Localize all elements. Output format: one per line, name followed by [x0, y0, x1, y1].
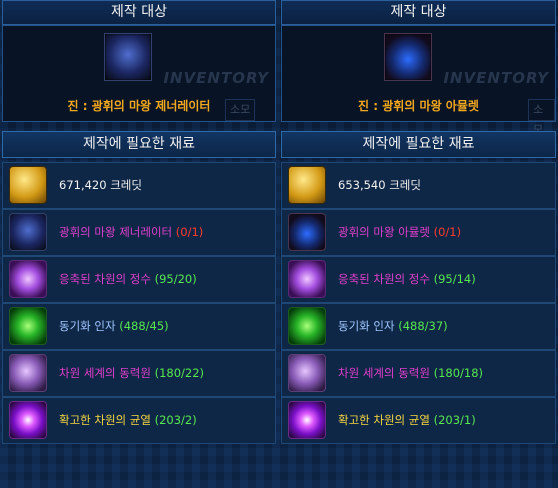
sync-factor-icon — [288, 307, 326, 345]
material-row[interactable]: 응축된 차원의 정수 (95/14) — [281, 256, 556, 303]
craft-target-name: 진 : 광휘의 마왕 아뮬렛 — [282, 97, 555, 114]
craft-target-box: INVENTORY 소모 진 : 광휘의 마왕 아뮬렛 — [281, 25, 556, 136]
craft-target-box: INVENTORY 소모 진 : 광휘의 마왕 제너레이터 — [2, 25, 276, 122]
material-row[interactable]: 확고한 차원의 균열 (203/1) — [281, 397, 556, 444]
materials-header: 제작에 필요한 재료 — [2, 131, 276, 158]
material-row[interactable]: 광휘의 마왕 제너레이터 (0/1) — [2, 209, 276, 256]
material-row[interactable]: 동기화 인자 (488/37) — [281, 303, 556, 350]
target-prefix: 진 : — [67, 99, 92, 113]
inventory-watermark: INVENTORY — [443, 69, 549, 87]
material-row[interactable]: 확고한 차원의 균열 (203/2) — [2, 397, 276, 444]
power-source-icon — [288, 354, 326, 392]
target-item-name: 광휘의 마왕 아뮬렛 — [382, 99, 479, 113]
material-count: (180/22) — [154, 366, 205, 380]
material-count: (488/45) — [119, 319, 169, 333]
material-row[interactable]: 차원 세계의 동력원 (180/18) — [281, 350, 556, 397]
material-name: 광휘의 마왕 제너레이터 — [59, 225, 173, 239]
material-row[interactable]: 671,420 크레딧 — [2, 162, 276, 209]
material-row[interactable]: 응축된 차원의 정수 (95/20) — [2, 256, 276, 303]
material-name: 광휘의 마왕 아뮬렛 — [338, 225, 430, 239]
material-count: (95/14) — [433, 272, 476, 286]
left-craft-panel: 제작 대상 INVENTORY 소모 진 : 광휘의 마왕 제너레이터 제작에 … — [2, 0, 276, 488]
material-count: (95/20) — [154, 272, 197, 286]
material-count: (203/2) — [154, 413, 197, 427]
material-row[interactable]: 653,540 크레딧 — [281, 162, 556, 209]
helmet-icon — [9, 213, 47, 251]
material-name: 671,420 크레딧 — [59, 178, 142, 192]
material-count: (203/1) — [433, 413, 476, 427]
material-name: 동기화 인자 — [59, 319, 116, 333]
material-name: 응축된 차원의 정수 — [59, 272, 151, 286]
craft-target-header: 제작 대상 — [281, 0, 556, 25]
material-row[interactable]: 동기화 인자 (488/45) — [2, 303, 276, 350]
material-name: 응축된 차원의 정수 — [338, 272, 430, 286]
essence-crystal-icon — [288, 260, 326, 298]
helmet-icon[interactable] — [104, 33, 152, 81]
material-name: 확고한 차원의 균열 — [59, 413, 151, 427]
right-craft-panel: 제작 대상 INVENTORY 소모 진 : 광휘의 마왕 아뮬렛 제작에 필요… — [281, 0, 556, 488]
amulet-icon[interactable] — [384, 33, 432, 81]
craft-target-name: 진 : 광휘의 마왕 제너레이터 — [3, 97, 275, 114]
material-name: 확고한 차원의 균열 — [338, 413, 430, 427]
material-count: (488/37) — [398, 319, 448, 333]
material-name: 차원 세계의 동력원 — [59, 366, 151, 380]
target-item-name: 광휘의 마왕 제너레이터 — [91, 99, 211, 113]
material-row[interactable]: 광휘의 마왕 아뮬렛 (0/1) — [281, 209, 556, 256]
material-row[interactable]: 차원 세계의 동력원 (180/22) — [2, 350, 276, 397]
rift-icon — [9, 401, 47, 439]
inventory-watermark: INVENTORY — [163, 69, 269, 87]
essence-crystal-icon — [9, 260, 47, 298]
gold-coin-icon — [9, 166, 47, 204]
sync-factor-icon — [9, 307, 47, 345]
material-count: (0/1) — [175, 225, 204, 239]
gold-coin-icon — [288, 166, 326, 204]
material-name: 653,540 크레딧 — [338, 178, 421, 192]
amulet-icon — [288, 213, 326, 251]
materials-header: 제작에 필요한 재료 — [281, 131, 556, 158]
material-count: (0/1) — [433, 225, 462, 239]
material-name: 동기화 인자 — [338, 319, 395, 333]
target-prefix: 진 : — [358, 99, 383, 113]
rift-icon — [288, 401, 326, 439]
craft-target-header: 제작 대상 — [2, 0, 276, 25]
material-count: (180/18) — [433, 366, 484, 380]
material-name: 차원 세계의 동력원 — [338, 366, 430, 380]
power-source-icon — [9, 354, 47, 392]
